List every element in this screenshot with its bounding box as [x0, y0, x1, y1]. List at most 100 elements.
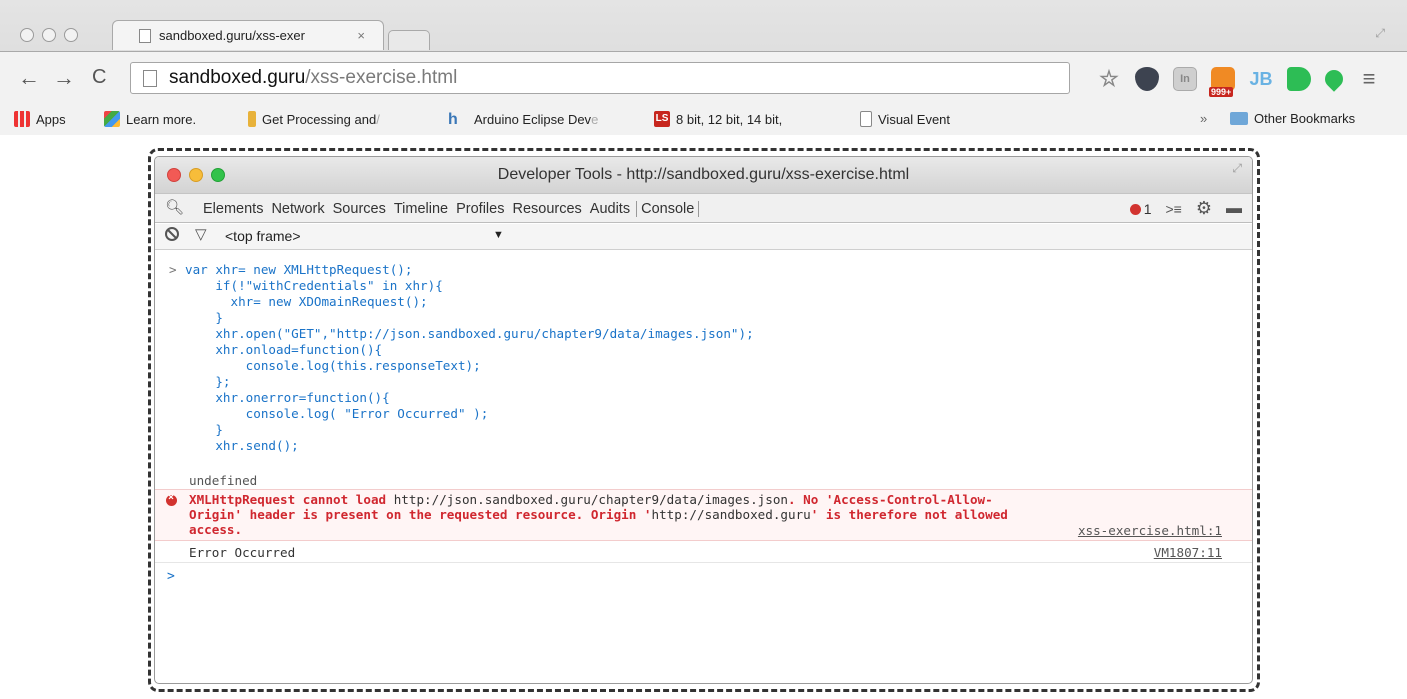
bookmark-apps[interactable]: Apps	[14, 111, 66, 127]
error-icon	[166, 492, 177, 506]
back-button[interactable]: ←	[18, 65, 40, 91]
minimize-window-button[interactable]	[42, 28, 56, 42]
other-bookmarks-label: Other Bookmarks	[1254, 111, 1356, 126]
filter-icon[interactable]: ▽	[195, 225, 207, 243]
chrome-menu-icon[interactable]: ≡	[1357, 66, 1381, 91]
new-tab-button[interactable]	[388, 30, 430, 50]
linkedin-extension-icon[interactable]: In	[1173, 67, 1197, 91]
browser-toolbar: ← → C sandboxed.guru/xss-exercise.html ☆…	[0, 51, 1407, 105]
pocket-icon[interactable]	[1135, 67, 1159, 91]
bookmark-arduino[interactable]: h Arduino Eclipse Deve	[448, 111, 599, 128]
close-window-button[interactable]	[20, 28, 34, 42]
code-line: var xhr= new XMLHttpRequest();	[185, 262, 413, 277]
error-icon	[1129, 203, 1141, 215]
devtools-title-bar: Developer Tools - http://sandboxed.guru/…	[155, 157, 1252, 193]
error-text: ' is therefore not allowed	[810, 507, 1008, 522]
page-icon	[139, 28, 151, 43]
devtools-window-controls	[167, 168, 225, 182]
tab-close-icon[interactable]: ×	[357, 28, 365, 43]
devtools-fullscreen-icon[interactable]: ⤢	[1232, 161, 1242, 175]
console-drawer-icon[interactable]: >≡	[1166, 201, 1182, 217]
code-line: xhr.send();	[185, 438, 299, 453]
code-line: xhr.onerror=function(){	[185, 390, 390, 405]
bookmark-fade: e	[591, 111, 599, 127]
code-line: console.log( "Error Occurred" );	[185, 406, 489, 421]
tab-network[interactable]: Network	[267, 201, 328, 217]
fullscreen-icon[interactable]: ⤢	[1375, 26, 1385, 41]
rss-feed-icon[interactable]: 999+	[1209, 67, 1235, 97]
code-line: xhr.open("GET","http://json.sandboxed.gu…	[185, 326, 754, 341]
bookmark-star-icon[interactable]: ☆	[1097, 66, 1121, 91]
error-line: XMLHttpRequest cannot load http://json.s…	[189, 492, 993, 507]
console-input-prompt[interactable]: >	[167, 569, 175, 584]
error-text: . No 'Access-Control-Allow-	[788, 492, 993, 507]
code-line: xhr.onload=function(){	[185, 342, 383, 357]
console-result: undefined	[189, 473, 258, 488]
folder-icon	[1230, 112, 1248, 125]
log-text: Error Occurred	[189, 545, 296, 560]
error-line: Origin' header is present on the request…	[189, 507, 1008, 522]
page-icon	[860, 111, 872, 127]
error-url[interactable]: http://json.sandboxed.guru/chapter9/data…	[394, 492, 788, 507]
tab-profiles[interactable]: Profiles	[452, 201, 508, 217]
other-bookmarks[interactable]: Other Bookmarks	[1230, 111, 1355, 126]
tab-timeline[interactable]: Timeline	[390, 201, 452, 217]
console-filter-bar: ▽ <top frame> ▼	[155, 224, 1252, 250]
chevron-down-icon[interactable]: ▼	[493, 229, 504, 241]
id-extension-icon[interactable]	[1287, 67, 1311, 91]
error-counter[interactable]: 1	[1129, 200, 1152, 217]
bookmark-learn-more[interactable]: Learn more.	[104, 111, 196, 127]
arduino-icon: h	[448, 111, 458, 128]
browser-tab[interactable]: sandboxed.guru/xss-exer ×	[112, 20, 384, 50]
error-count-value: 1	[1143, 200, 1152, 217]
bookmark-label: Visual Event	[878, 111, 951, 127]
error-source-link[interactable]: xss-exercise.html:1	[1078, 523, 1222, 538]
devtools-minimize-button[interactable]	[189, 168, 203, 182]
search-icon[interactable]: 🔍︎	[165, 198, 184, 216]
reload-button[interactable]: C	[92, 66, 106, 89]
devtools-window: Developer Tools - http://sandboxed.guru/…	[154, 156, 1253, 684]
page-icon	[143, 70, 157, 87]
bookmark-label: Get Processing and	[262, 111, 377, 127]
code-line: };	[185, 374, 231, 389]
console-error-message: XMLHttpRequest cannot load http://json.s…	[155, 489, 1252, 541]
leaf-extension-icon[interactable]	[1321, 66, 1347, 92]
bookmark-visual-event[interactable]: Visual Event	[860, 111, 950, 127]
code-line: if(!"withCredentials" in xhr){	[185, 278, 443, 293]
bookmarks-bar: Apps Learn more. Get Processing and/ h A…	[0, 105, 1407, 135]
apps-grid-icon	[14, 111, 30, 127]
devtools-tabs: Elements Network Sources Timeline Profil…	[199, 194, 700, 223]
dock-icon[interactable]: ▬	[1226, 200, 1242, 218]
gear-icon[interactable]: ⚙	[1196, 198, 1212, 219]
tab-audits[interactable]: Audits	[586, 201, 634, 217]
tab-title: sandboxed.guru/xss-exer	[159, 28, 305, 43]
rss-unread-badge: 999+	[1209, 87, 1234, 97]
jetbrains-icon[interactable]: JB	[1249, 67, 1273, 91]
bookmark-processing[interactable]: Get Processing and/	[248, 111, 380, 127]
console-prompt: >	[169, 262, 177, 277]
log-source-link[interactable]: VM1807:11	[1154, 545, 1222, 560]
exclamation-icon	[248, 111, 256, 127]
tab-resources[interactable]: Resources	[508, 201, 585, 217]
code-line: xhr= new XDOmainRequest();	[185, 294, 428, 309]
error-line: access.	[189, 522, 243, 537]
code-line: console.log(this.responseText);	[185, 358, 481, 373]
forward-button[interactable]: →	[53, 65, 75, 91]
error-text: XMLHttpRequest cannot load	[189, 492, 394, 507]
bookmark-label: Arduino Eclipse Dev	[474, 111, 592, 127]
bookmarks-overflow-button[interactable]: »	[1200, 111, 1207, 126]
bookmark-label: 8 bit, 12 bit, 14 bit,	[676, 111, 783, 127]
bookmark-label: Apps	[36, 111, 66, 127]
zoom-window-button[interactable]	[64, 28, 78, 42]
tab-elements[interactable]: Elements	[199, 201, 267, 217]
devtools-zoom-button[interactable]	[211, 168, 225, 182]
clear-console-icon[interactable]	[165, 227, 179, 241]
devtools-tab-bar: 🔍︎ Elements Network Sources Timeline Pro…	[155, 193, 1252, 223]
frame-selector[interactable]: <top frame>	[225, 228, 301, 244]
tab-sources[interactable]: Sources	[329, 201, 390, 217]
bookmark-8-bit[interactable]: LS 8 bit, 12 bit, 14 bit,	[654, 111, 782, 127]
tab-console[interactable]: Console	[636, 200, 700, 217]
address-bar[interactable]: sandboxed.guru/xss-exercise.html	[130, 62, 1070, 94]
url-path: /xss-exercise.html	[305, 67, 458, 88]
devtools-close-button[interactable]	[167, 168, 181, 182]
